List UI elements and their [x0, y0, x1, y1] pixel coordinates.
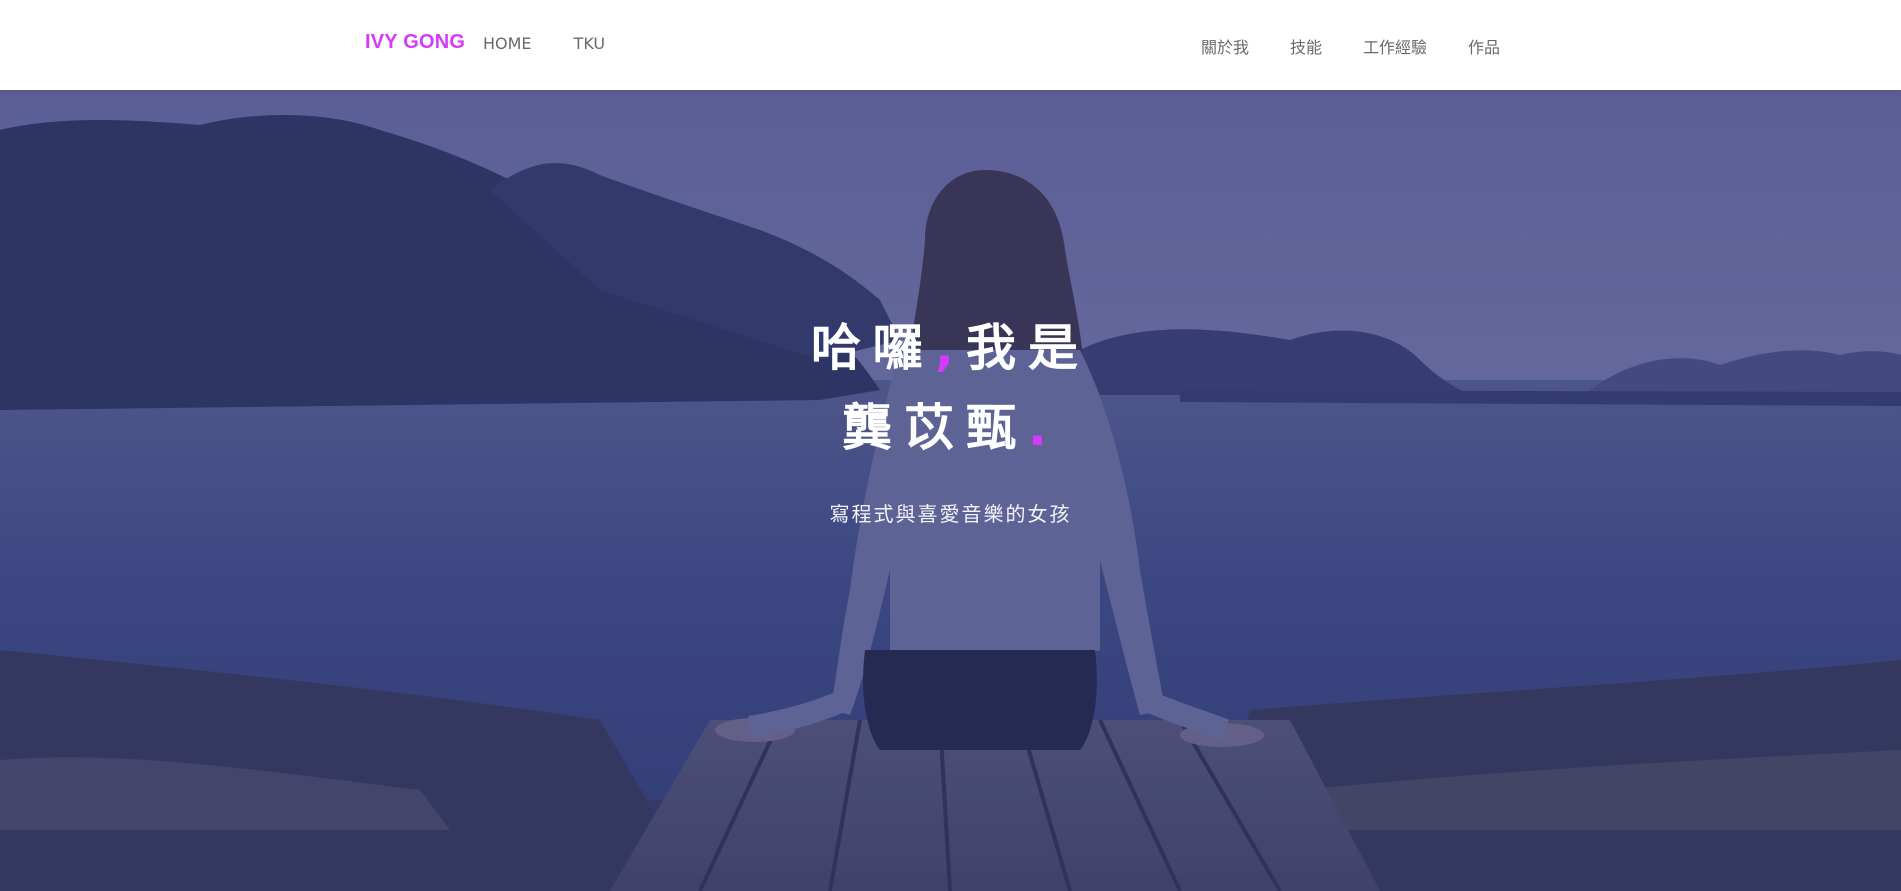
- nav-link-skills[interactable]: 技能: [1290, 34, 1322, 58]
- nav-link-experience[interactable]: 工作經驗: [1363, 34, 1427, 58]
- hero-headline-line1: 哈囉,我是: [0, 308, 1901, 380]
- hero-section: 哈囉,我是 龔苡甄. 寫程式與喜愛音樂的女孩: [0, 90, 1901, 891]
- brand-logo-link[interactable]: IVY GONG: [365, 31, 465, 54]
- greeting-comma: ,: [935, 319, 966, 377]
- nav-link-tku[interactable]: TKU: [574, 34, 606, 53]
- hero-name: 龔苡甄: [842, 399, 1028, 457]
- nav-link-about[interactable]: 關於我: [1201, 34, 1249, 58]
- hero-color-overlay: [0, 90, 1901, 891]
- nav-left-links: HOME TKU: [483, 34, 647, 53]
- nav-right-links: 關於我 技能 工作經驗 作品: [1160, 34, 1500, 58]
- name-dot: .: [1028, 399, 1059, 457]
- nav-link-works[interactable]: 作品: [1468, 34, 1500, 58]
- greeting-text: 哈囉: [811, 319, 935, 377]
- top-navbar: IVY GONG HOME TKU 關於我 技能 工作經驗 作品: [0, 0, 1901, 90]
- hero-subtitle: 寫程式與喜愛音樂的女孩: [829, 502, 1072, 526]
- nav-link-home[interactable]: HOME: [483, 34, 532, 53]
- hero-headline-line2: 龔苡甄.: [0, 388, 1901, 460]
- intro-text: 我是: [966, 319, 1090, 377]
